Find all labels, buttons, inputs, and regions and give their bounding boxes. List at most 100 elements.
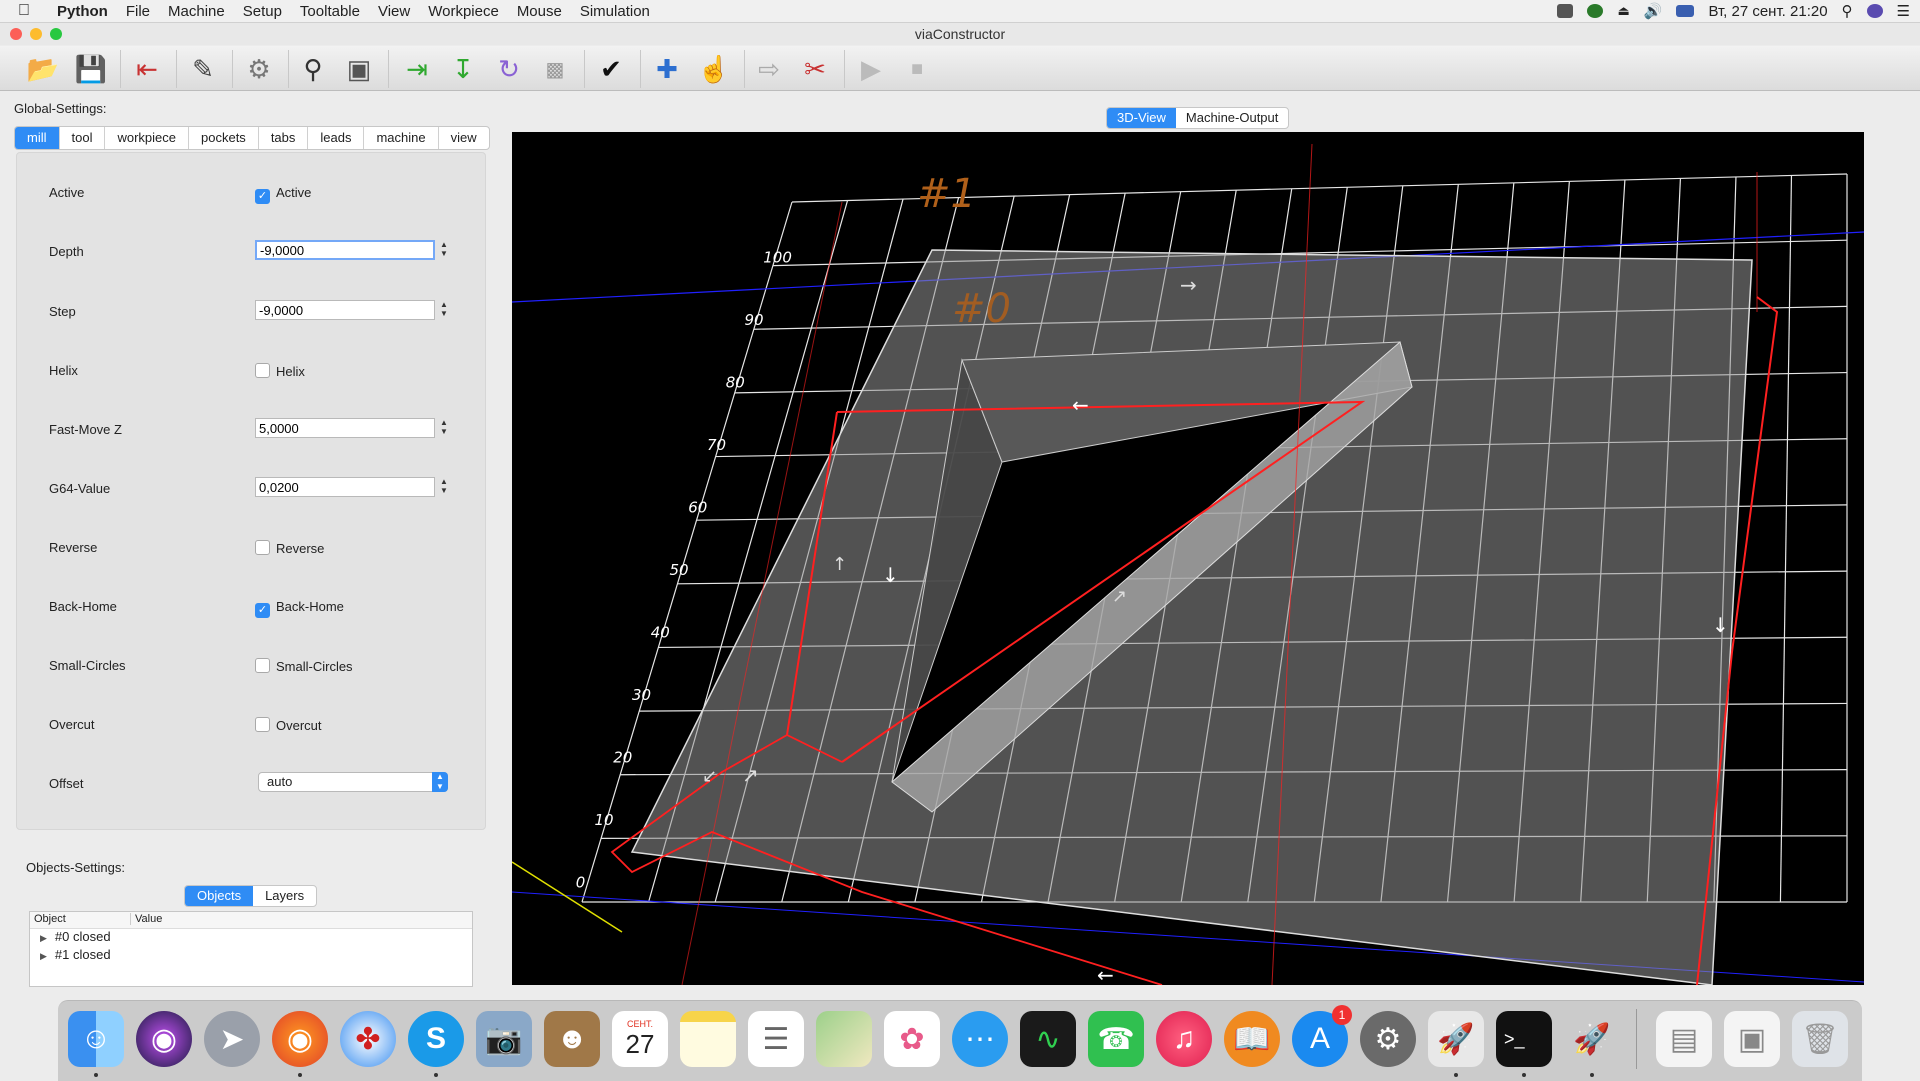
menu-simulation[interactable]: Simulation — [571, 3, 659, 20]
tab-tool[interactable]: tool — [60, 127, 106, 149]
tree-item[interactable]: ▶ #0 closed — [30, 929, 472, 947]
back-home-checkbox-label[interactable]: Back-Home — [276, 599, 344, 614]
save-icon[interactable]: 💾 — [74, 52, 108, 86]
menu-mouse[interactable]: Mouse — [508, 3, 571, 20]
overcut-checkbox-label[interactable]: Overcut — [276, 718, 322, 733]
app-store-icon[interactable]: A1 — [1292, 1005, 1352, 1067]
safari-icon[interactable]: ✤ — [340, 1011, 396, 1067]
flag-us-icon[interactable] — [1676, 5, 1695, 17]
firefox-icon[interactable]: ◉ — [272, 1011, 328, 1067]
notes-icon[interactable] — [680, 1011, 736, 1067]
menu-setup[interactable]: Setup — [234, 3, 291, 20]
facetime-icon[interactable]: ☎ — [1088, 1011, 1144, 1067]
import-icon[interactable]: ⇥ — [400, 52, 434, 86]
depth-input[interactable] — [255, 240, 435, 260]
maps-icon[interactable] — [816, 1011, 872, 1067]
tab-machine[interactable]: machine — [364, 127, 439, 149]
view-icon[interactable]: ▣ — [342, 52, 376, 86]
disclosure-triangle-icon[interactable]: ▶ — [40, 951, 47, 961]
g64-value-input[interactable] — [255, 477, 435, 497]
tab-pockets[interactable]: pockets — [189, 127, 259, 149]
drive-icon[interactable] — [1557, 4, 1574, 18]
depth-stepper[interactable]: ▲ ▼ — [439, 240, 449, 260]
tab-view[interactable]: view — [439, 127, 489, 149]
exit-icon[interactable]: ⇤ — [130, 52, 164, 86]
contacts-icon[interactable]: ☻ — [544, 1011, 600, 1067]
redo-icon[interactable]: ↻ — [492, 52, 526, 86]
screenshot-icon[interactable]: ▣ — [1724, 1011, 1780, 1067]
cut-icon[interactable]: ✂ — [798, 52, 832, 86]
tab-objects[interactable]: Objects — [185, 886, 254, 906]
select-icon[interactable]: ☝ — [697, 52, 731, 86]
open-file-icon[interactable]: 📂 — [26, 52, 60, 86]
rocket-icon[interactable]: 🚀 — [1564, 1011, 1620, 1067]
3d-viewport[interactable]: → ← ↓ ↓ ↗ ↙ ↗ ↑ ← #1 #0 100 90 80 70 60 50 40 3… — [512, 132, 1864, 985]
tab-leads[interactable]: leads — [308, 127, 365, 149]
play-icon[interactable]: ▶ — [854, 52, 888, 86]
volume-icon[interactable]: 🔊 — [1644, 2, 1663, 20]
fast-move-z-input[interactable] — [255, 418, 435, 438]
clock[interactable]: Вт, 27 сент. 21:20 — [1708, 3, 1827, 20]
reverse-checkbox-label[interactable]: Reverse — [276, 541, 324, 556]
small-circles-checkbox-label[interactable]: Small-Circles — [276, 659, 353, 674]
step-stepper[interactable]: ▲ ▼ — [439, 300, 449, 320]
clipboard-icon[interactable]: ▩ — [538, 52, 572, 86]
edit-icon[interactable]: ✎ — [186, 52, 220, 86]
menu-tooltable[interactable]: Tooltable — [291, 3, 369, 20]
column-object[interactable]: Object — [34, 913, 66, 925]
finder-icon[interactable]: ☺ — [68, 1011, 124, 1067]
add-icon[interactable]: ✚ — [650, 52, 684, 86]
tab-machine-output[interactable]: Machine-Output — [1176, 108, 1288, 128]
eject-icon[interactable]: ⏏ — [1617, 3, 1629, 19]
skype-icon[interactable]: S — [408, 1011, 464, 1067]
tab-layers[interactable]: Layers — [253, 886, 316, 906]
offset-select[interactable]: auto ▲ ▼ — [258, 772, 448, 792]
overcut-checkbox[interactable] — [255, 717, 270, 732]
menu-machine[interactable]: Machine — [159, 3, 234, 20]
reverse-checkbox[interactable] — [255, 540, 270, 555]
helix-checkbox[interactable] — [255, 363, 270, 378]
active-checkbox[interactable]: ✓ — [255, 189, 270, 204]
python-launcher-icon[interactable]: 🚀 — [1428, 1011, 1484, 1067]
download-icon[interactable]: ↧ — [446, 52, 480, 86]
books-icon[interactable]: 📖 — [1224, 1011, 1280, 1067]
reminders-icon[interactable]: ☰ — [748, 1011, 804, 1067]
fast-move-z-stepper[interactable]: ▲ ▼ — [439, 418, 449, 438]
spotlight-search-icon[interactable]: ⚲ — [1842, 2, 1853, 20]
back-home-checkbox[interactable]: ✓ — [255, 603, 270, 618]
zoom-window-button[interactable] — [50, 28, 62, 40]
apple-icon[interactable]:  — [0, 2, 48, 20]
active-checkbox-label[interactable]: Active — [276, 185, 311, 200]
minimize-window-button[interactable] — [30, 28, 42, 40]
helix-checkbox-label[interactable]: Helix — [276, 364, 305, 379]
g64-value-stepper[interactable]: ▲ ▼ — [439, 477, 449, 497]
terminal-icon[interactable]: >_ — [1496, 1011, 1552, 1067]
photos-icon[interactable]: ✿ — [884, 1011, 940, 1067]
activity-monitor-icon[interactable]: ∿ — [1020, 1011, 1076, 1067]
check-icon[interactable]: ✔ — [594, 52, 628, 86]
document-icon[interactable]: ▤ — [1656, 1011, 1712, 1067]
close-window-button[interactable] — [10, 28, 22, 40]
siri-icon[interactable]: ◉ — [136, 1011, 192, 1067]
calendar-icon[interactable]: СЕНТ. 27 — [612, 1011, 668, 1067]
notification-center-icon[interactable]: ☰ — [1897, 2, 1910, 20]
small-circles-checkbox[interactable] — [255, 658, 270, 673]
music-icon[interactable]: ♫ — [1156, 1011, 1212, 1067]
menu-file[interactable]: File — [117, 3, 159, 20]
launchpad-icon[interactable]: ➤ — [204, 1011, 260, 1067]
disclosure-triangle-icon[interactable]: ▶ — [40, 933, 47, 943]
user-icon[interactable] — [1866, 4, 1883, 18]
tab-3d-view[interactable]: 3D-View — [1107, 108, 1176, 128]
search-icon[interactable]: ⚲ — [296, 52, 330, 86]
trash-icon[interactable]: 🗑 — [1792, 1011, 1848, 1067]
tab-workpiece[interactable]: workpiece — [105, 127, 189, 149]
tools-icon[interactable]: ⚙ — [242, 52, 276, 86]
system-preferences-icon[interactable]: ⚙ — [1360, 1011, 1416, 1067]
chevron-updown-icon[interactable]: ▲ ▼ — [432, 772, 448, 792]
tab-tabs[interactable]: tabs — [259, 127, 309, 149]
messages-icon[interactable]: ⋯ — [952, 1011, 1008, 1067]
stop-icon[interactable]: ■ — [900, 52, 934, 86]
move-icon[interactable]: ⇨ — [752, 52, 786, 86]
menu-workpiece[interactable]: Workpiece — [419, 3, 508, 20]
preview-icon[interactable]: 📷 — [476, 1011, 532, 1067]
